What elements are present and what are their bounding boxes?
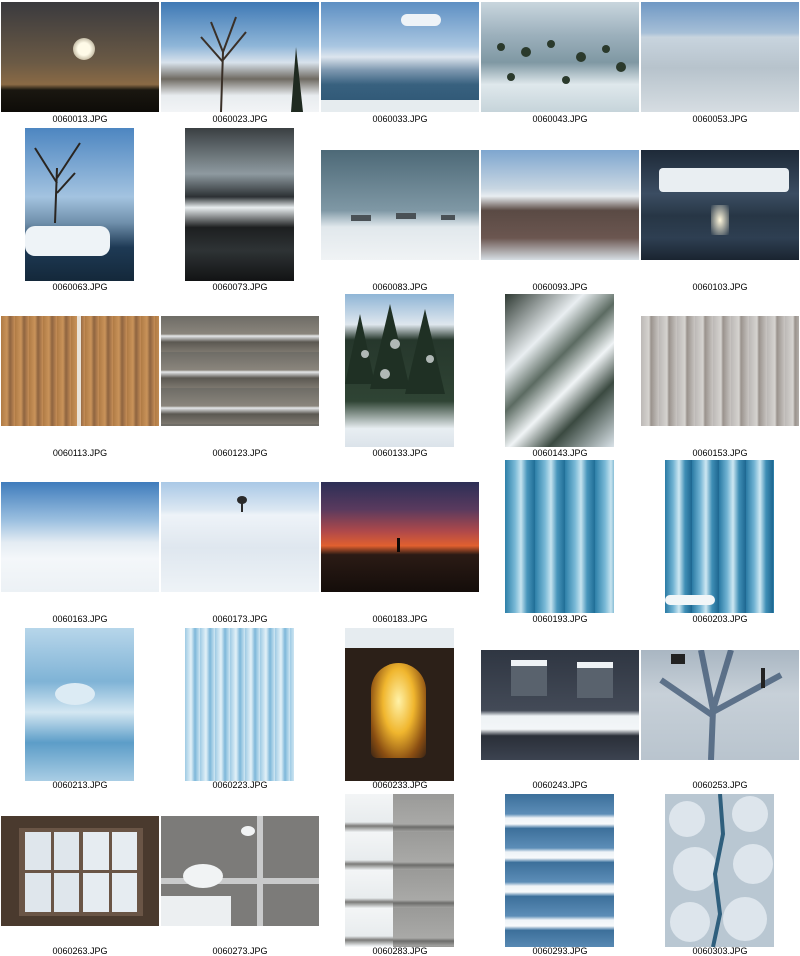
filename-label: 0060173.JPG <box>212 614 268 624</box>
thumbnail-0060243[interactable] <box>481 650 639 760</box>
filename-label: 0060063.JPG <box>52 282 108 292</box>
thumbnail-0060163[interactable] <box>1 482 159 592</box>
thumbnail-0060063[interactable] <box>25 128 134 281</box>
thumbnail-0060123[interactable] <box>161 316 319 426</box>
filename-label: 0060123.JPG <box>212 448 268 458</box>
filename-label: 0060013.JPG <box>52 114 108 124</box>
thumbnail-0060303[interactable] <box>665 794 774 947</box>
thumbnail-0060193[interactable] <box>505 460 614 613</box>
thumbnail-0060273[interactable] <box>161 816 319 926</box>
thumbnail-0060073[interactable] <box>185 128 294 281</box>
filename-label: 0060113.JPG <box>52 448 108 458</box>
thumbnail-0060223[interactable] <box>185 628 294 781</box>
thumbnail-0060143[interactable] <box>505 294 614 447</box>
thumbnail-0060283[interactable] <box>345 794 454 947</box>
filename-label: 0060253.JPG <box>692 780 748 790</box>
thumbnail-0060093[interactable] <box>481 150 639 260</box>
filename-label: 0060073.JPG <box>212 282 268 292</box>
filename-label: 0060043.JPG <box>532 114 588 124</box>
filename-label: 0060223.JPG <box>212 780 268 790</box>
thumbnail-0060213[interactable] <box>25 628 134 781</box>
thumbnail-0060203[interactable] <box>665 460 774 613</box>
thumbnail-0060023[interactable] <box>161 2 319 112</box>
thumbnail-0060013[interactable] <box>1 2 159 112</box>
filename-label: 0060213.JPG <box>52 780 108 790</box>
filename-label: 0060133.JPG <box>372 448 428 458</box>
thumbnail-0060253[interactable] <box>641 650 799 760</box>
filename-label: 0060193.JPG <box>532 614 588 624</box>
thumbnail-0060113[interactable] <box>1 316 159 426</box>
filename-label: 0060093.JPG <box>532 282 588 292</box>
filename-label: 0060153.JPG <box>692 448 748 458</box>
thumbnail-0060033[interactable] <box>321 2 479 112</box>
thumbnail-0060183[interactable] <box>321 482 479 592</box>
filename-label: 0060263.JPG <box>52 946 108 956</box>
filename-label: 0060033.JPG <box>372 114 428 124</box>
filename-label: 0060243.JPG <box>532 780 588 790</box>
filename-label: 0060163.JPG <box>52 614 108 624</box>
thumbnail-0060293[interactable] <box>505 794 614 947</box>
filename-label: 0060233.JPG <box>372 780 428 790</box>
thumbnail-0060263[interactable] <box>1 816 159 926</box>
thumbnail-0060043[interactable] <box>481 2 639 112</box>
thumbnail-0060103[interactable] <box>641 150 799 260</box>
filename-label: 0060293.JPG <box>532 946 588 956</box>
filename-label: 0060303.JPG <box>692 946 748 956</box>
filename-label: 0060183.JPG <box>372 614 428 624</box>
thumbnail-0060173[interactable] <box>161 482 319 592</box>
filename-label: 0060203.JPG <box>692 614 748 624</box>
filename-label: 0060083.JPG <box>372 282 428 292</box>
filename-label: 0060273.JPG <box>212 946 268 956</box>
filename-label: 0060283.JPG <box>372 946 428 956</box>
thumbnail-0060053[interactable] <box>641 2 799 112</box>
filename-label: 0060103.JPG <box>692 282 748 292</box>
thumbnail-0060233[interactable] <box>345 628 454 781</box>
thumbnail-0060153[interactable] <box>641 316 799 426</box>
filename-label: 0060023.JPG <box>212 114 268 124</box>
thumbnail-0060083[interactable] <box>321 150 479 260</box>
filename-label: 0060143.JPG <box>532 448 588 458</box>
filename-label: 0060053.JPG <box>692 114 748 124</box>
thumbnail-0060133[interactable] <box>345 294 454 447</box>
